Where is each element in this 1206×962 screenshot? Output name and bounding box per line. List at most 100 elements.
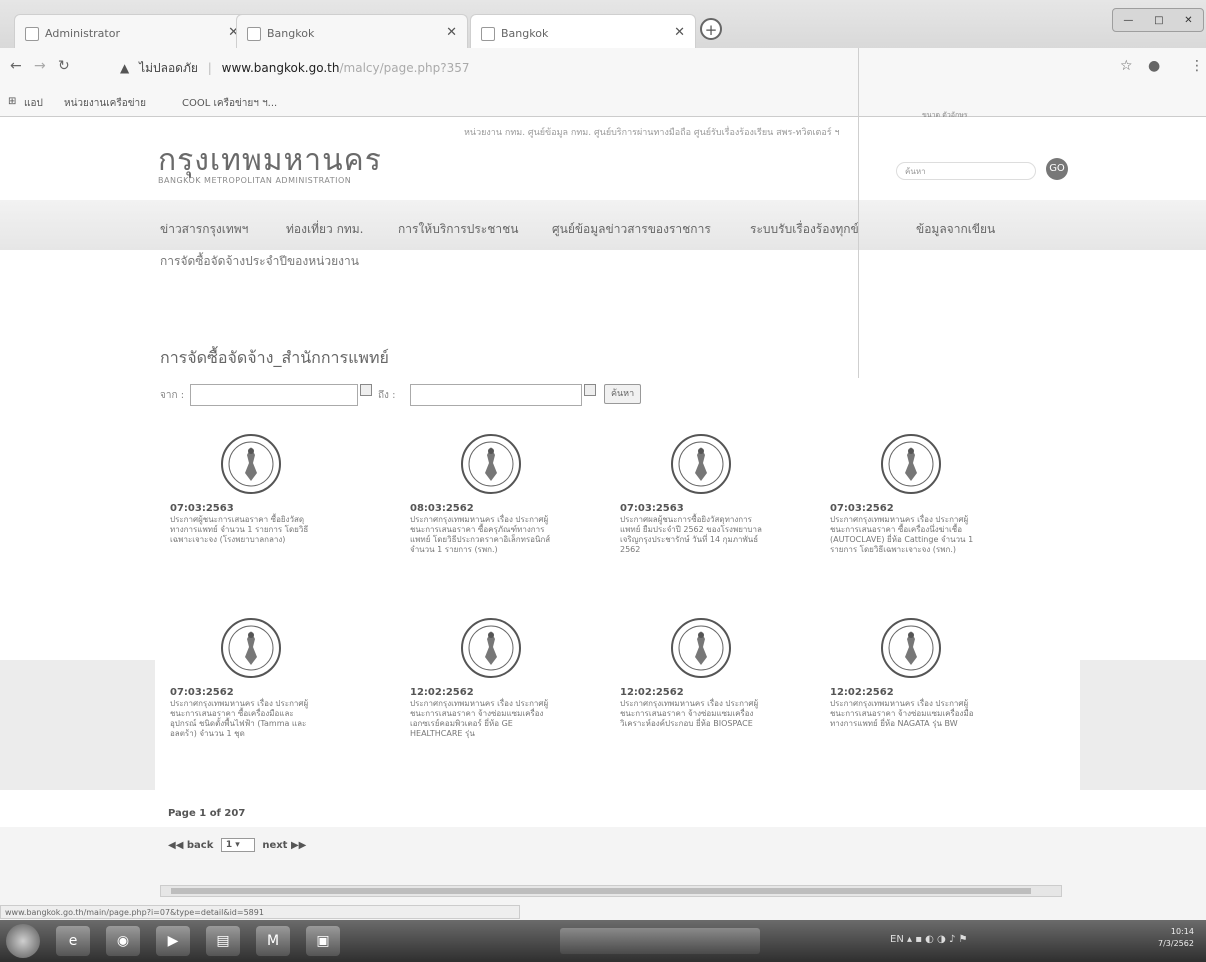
back-link[interactable]: ◀◀ back	[168, 840, 213, 851]
procurement-card[interactable]: 07:03:2563 ประกาศผลผู้ชนะการซื้อยิงวัสดุท…	[620, 433, 770, 555]
warning-icon: ▲	[120, 61, 130, 75]
start-button[interactable]	[6, 924, 40, 958]
back-arrow-icon[interactable]: ←	[10, 58, 22, 74]
procurement-card[interactable]: 07:03:2563 ประกาศผู้ชนะการเสนอราคา ซื้อยิ…	[170, 433, 320, 545]
maximize-icon[interactable]: □	[1154, 15, 1163, 26]
close-window-icon[interactable]: ✕	[1184, 15, 1192, 26]
clock-date: 7/3/2562	[1158, 939, 1194, 948]
card-description[interactable]: ประกาศกรุงเทพมหานคร เรื่อง ประกาศผู้ชนะก…	[410, 699, 560, 739]
card-description[interactable]: ประกาศผู้ชนะการเสนอราคา ซื้อยิงวัสดุ ทาง…	[170, 515, 320, 545]
nav-item[interactable]: ระบบรับเรื่องร้องทุกข์	[750, 220, 859, 239]
address-bar: ← → ↻ ▲ ไม่ปลอดภัย | www.bangkok.go.th/m…	[0, 48, 1206, 88]
pager: ◀◀ back 1 ▾ next ▶▶	[168, 838, 306, 852]
nav-item[interactable]: ท่องเที่ยว กทม.	[286, 220, 363, 239]
minimize-icon[interactable]: —	[1123, 15, 1133, 26]
procurement-card[interactable]: 12:02:2562 ประกาศกรุงเทพมหานคร เรื่อง ประ…	[410, 617, 560, 739]
bma-seal-icon	[461, 618, 521, 678]
search-input[interactable]: ค้นหา	[896, 162, 1036, 180]
browser-tab[interactable]: Bangkok ✕	[236, 14, 468, 48]
main-nav: ข่าวสารกรุงเทพฯ ท่องเที่ยว กทม. การให้บร…	[0, 200, 1206, 250]
card-date[interactable]: 08:03:2562	[410, 503, 560, 514]
folder-icon[interactable]: ▤	[206, 926, 240, 956]
card-date[interactable]: 12:02:2562	[830, 687, 980, 698]
browser-tab-active[interactable]: Bangkok ✕	[470, 14, 696, 48]
next-link[interactable]: next ▶▶	[262, 840, 306, 851]
ie-icon[interactable]: e	[56, 926, 90, 956]
new-tab-button[interactable]: +	[700, 18, 722, 40]
horizontal-scrollbar[interactable]	[160, 885, 1062, 897]
card-description[interactable]: ประกาศกรุงเทพมหานคร เรื่อง ประกาศผู้ชนะก…	[830, 515, 980, 555]
from-date-input[interactable]	[190, 384, 358, 406]
bma-seal-icon	[221, 618, 281, 678]
card-date[interactable]: 07:03:2563	[620, 503, 770, 514]
search-filter-button[interactable]: ค้นหา	[604, 384, 642, 404]
close-icon[interactable]: ✕	[446, 25, 457, 40]
reload-icon[interactable]: ↻	[58, 58, 70, 74]
procurement-card[interactable]: 07:03:2562 ประกาศกรุงเทพมหานคร เรื่อง ประ…	[170, 617, 320, 739]
page-icon	[25, 27, 39, 41]
card-date[interactable]: 12:02:2562	[620, 687, 770, 698]
bma-seal-icon	[881, 434, 941, 494]
scrollbar-thumb[interactable]	[171, 888, 1031, 894]
procurement-card[interactable]: 07:03:2562 ประกาศกรุงเทพมหานคร เรื่อง ประ…	[830, 433, 980, 555]
media-player-icon[interactable]: ▶	[156, 926, 190, 956]
procurement-card[interactable]: 12:02:2562 ประกาศกรุงเทพมหานคร เรื่อง ประ…	[830, 617, 980, 729]
calendar-icon[interactable]	[360, 384, 372, 396]
nav-item[interactable]: การให้บริการประชาชน	[398, 220, 518, 239]
page-select[interactable]: 1 ▾	[220, 838, 255, 852]
card-date[interactable]: 12:02:2562	[410, 687, 560, 698]
chrome-icon[interactable]: ◉	[106, 926, 140, 956]
top-links[interactable]: หน่วยงาน กทม. ศูนย์ข้อมูล กทม. ศูนย์บริก…	[464, 125, 840, 139]
pagination-info: Page 1 of 207	[168, 808, 245, 819]
card-description[interactable]: ประกาศผลผู้ชนะการซื้อยิงวัสดุทางการแพทย์…	[620, 515, 770, 555]
window-controls[interactable]: — □ ✕	[1112, 8, 1204, 32]
site-logo-subtitle: BANGKOK METROPOLITAN ADMINISTRATION	[158, 176, 352, 185]
close-icon[interactable]: ✕	[674, 25, 685, 40]
account-icon[interactable]: ●	[1148, 58, 1160, 74]
star-icon[interactable]: ☆	[1120, 58, 1133, 74]
section-title: การจัดซื้อจัดจ้าง_สำนักการแพทย์	[160, 348, 389, 367]
page-select-value: 1	[225, 840, 233, 850]
tab-label: Bangkok	[267, 27, 315, 40]
bookmarks-bar: ⊞ แอป หน่วยงานเครือข่าย COOL เครือข่ายฯ …	[0, 88, 1206, 117]
card-description[interactable]: ประกาศกรุงเทพมหานคร เรื่อง ประกาศผู้ชนะก…	[170, 699, 320, 739]
system-tray[interactable]: EN ▴ ▪ ◐ ◑ ♪ ⚑	[890, 934, 967, 945]
search-button[interactable]: GO	[1046, 158, 1068, 180]
language-indicator[interactable]: EN	[890, 934, 904, 945]
url-field[interactable]: ▲ ไม่ปลอดภัย | www.bangkok.go.th/malcy/p…	[120, 56, 840, 80]
to-date-input[interactable]	[410, 384, 582, 406]
url-path: /malcy/page.php?357	[339, 61, 470, 75]
page-icon	[247, 27, 261, 41]
nav-item[interactable]: ข่าวสารกรุงเทพฯ	[160, 220, 248, 239]
card-date[interactable]: 07:03:2562	[170, 687, 320, 698]
breadcrumb[interactable]: การจัดซื้อจัดจ้างประจำปีของหน่วยงาน	[160, 252, 359, 271]
card-description[interactable]: ประกาศกรุงเทพมหานคร เรื่อง ประกาศผู้ชนะก…	[620, 699, 770, 729]
bookmark-item[interactable]: แอป	[24, 96, 43, 111]
forward-arrow-icon[interactable]: →	[34, 58, 46, 74]
to-label: ถึง :	[378, 390, 396, 401]
taskbar-app[interactable]	[560, 928, 760, 954]
current-page: 1	[199, 808, 207, 819]
card-date[interactable]: 07:03:2563	[170, 503, 320, 514]
app-icon[interactable]: M	[256, 926, 290, 956]
calendar-icon[interactable]	[584, 384, 596, 396]
bookmark-item[interactable]: หน่วยงานเครือข่าย	[64, 96, 146, 111]
bookmark-item[interactable]: COOL เครือข่ายฯ ฯ...	[182, 96, 277, 111]
card-date[interactable]: 07:03:2562	[830, 503, 980, 514]
notepad-icon[interactable]: ▣	[306, 926, 340, 956]
browser-tab[interactable]: Administrator ✕	[14, 14, 250, 48]
bma-seal-icon	[221, 434, 281, 494]
card-description[interactable]: ประกาศกรุงเทพมหานคร เรื่อง ประกาศผู้ชนะก…	[830, 699, 980, 729]
nav-item[interactable]: ข้อมูลจากเขียน	[916, 220, 995, 239]
card-description[interactable]: ประกาศกรุงเทพมหานคร เรื่อง ประกาศผู้ชนะก…	[410, 515, 560, 555]
url-host: www.bangkok.go.th	[221, 61, 340, 75]
taskbar: e ◉ ▶ ▤ M ▣ EN ▴ ▪ ◐ ◑ ♪ ⚑ 10:14 7/3/256…	[0, 920, 1206, 962]
procurement-card[interactable]: 08:03:2562 ประกาศกรุงเทพมหานคร เรื่อง ประ…	[410, 433, 560, 555]
page-margin	[1080, 660, 1206, 790]
nav-item[interactable]: ศูนย์ข้อมูลข่าวสารของราชการ	[552, 220, 711, 239]
apps-icon[interactable]: ⊞	[8, 96, 16, 107]
clock[interactable]: 10:14 7/3/2562	[1158, 926, 1194, 950]
menu-icon[interactable]: ⋮	[1190, 58, 1204, 74]
utility-links[interactable]: ขนาด ตัวอักษร	[922, 110, 968, 121]
procurement-card[interactable]: 12:02:2562 ประกาศกรุงเทพมหานคร เรื่อง ประ…	[620, 617, 770, 729]
